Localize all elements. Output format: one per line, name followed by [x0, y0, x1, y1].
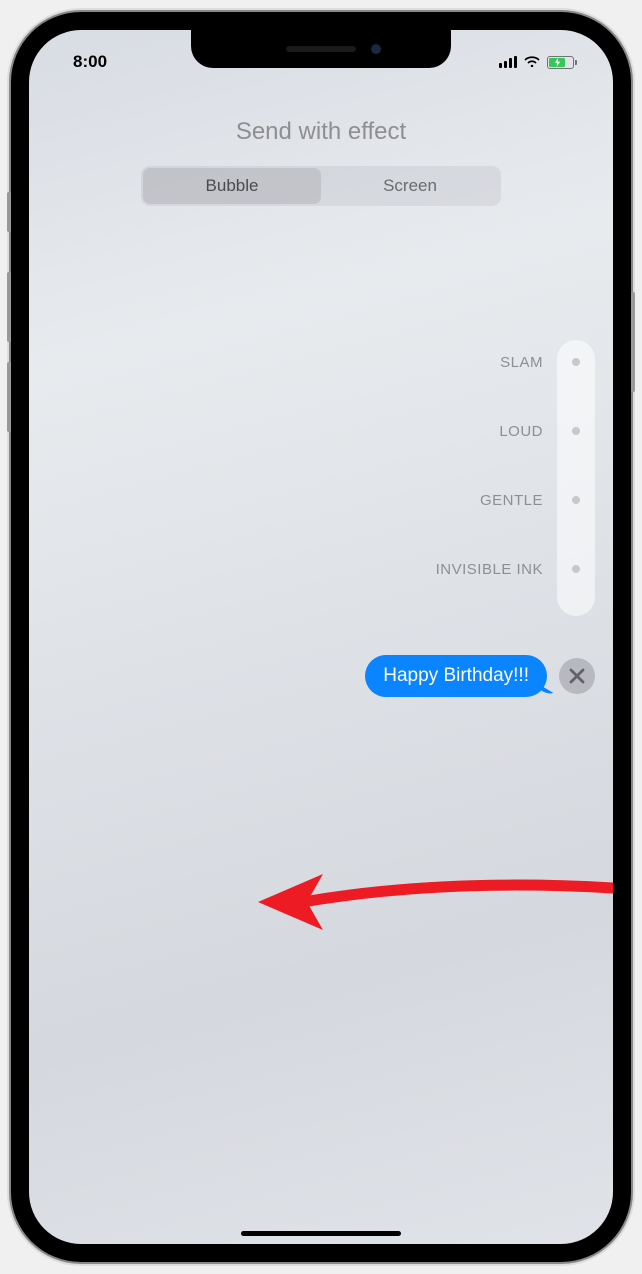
effect-option-slam[interactable]: SLAM [500, 354, 543, 371]
effects-picker: SLAM LOUD GENTLE INVISIBLE INK [436, 340, 595, 616]
effect-dot-gentle[interactable] [572, 496, 580, 504]
effect-dot-loud[interactable] [572, 427, 580, 435]
volume-up-button [7, 272, 11, 342]
effect-option-gentle[interactable]: GENTLE [480, 492, 543, 509]
volume-down-button [7, 362, 11, 432]
phone-frame: 8:00 [11, 12, 631, 1262]
page-title: Send with effect [29, 118, 613, 146]
arrow-annotation-icon [243, 860, 613, 940]
effect-option-loud[interactable]: LOUD [499, 423, 543, 440]
power-button [631, 292, 635, 392]
message-preview-row: Happy Birthday!!! [365, 655, 595, 697]
notch [191, 30, 451, 68]
status-icons [499, 53, 583, 72]
message-bubble: Happy Birthday!!! [365, 655, 547, 697]
effect-labels: SLAM LOUD GENTLE INVISIBLE INK [436, 340, 543, 578]
front-camera-icon [371, 44, 381, 54]
effect-option-invisible-ink[interactable]: INVISIBLE INK [436, 561, 543, 578]
battery-charging-icon [547, 56, 577, 69]
close-icon [569, 668, 585, 684]
speaker-icon [286, 46, 356, 52]
effect-dot-invisible-ink[interactable] [572, 565, 580, 573]
mute-switch [7, 192, 11, 232]
cancel-button[interactable] [559, 658, 595, 694]
tab-bubble[interactable]: Bubble [143, 168, 321, 204]
screen: 8:00 [29, 30, 613, 1244]
home-indicator[interactable] [241, 1231, 401, 1236]
effect-track[interactable] [557, 340, 595, 616]
tab-screen[interactable]: Screen [321, 168, 499, 204]
effect-type-segment: Bubble Screen [141, 166, 501, 206]
effect-dot-slam[interactable] [572, 358, 580, 366]
wifi-icon [523, 53, 541, 72]
cellular-signal-icon [499, 56, 517, 68]
content-area: Send with effect Bubble Screen SLAM LOUD… [29, 30, 613, 1244]
status-time: 8:00 [59, 52, 107, 72]
